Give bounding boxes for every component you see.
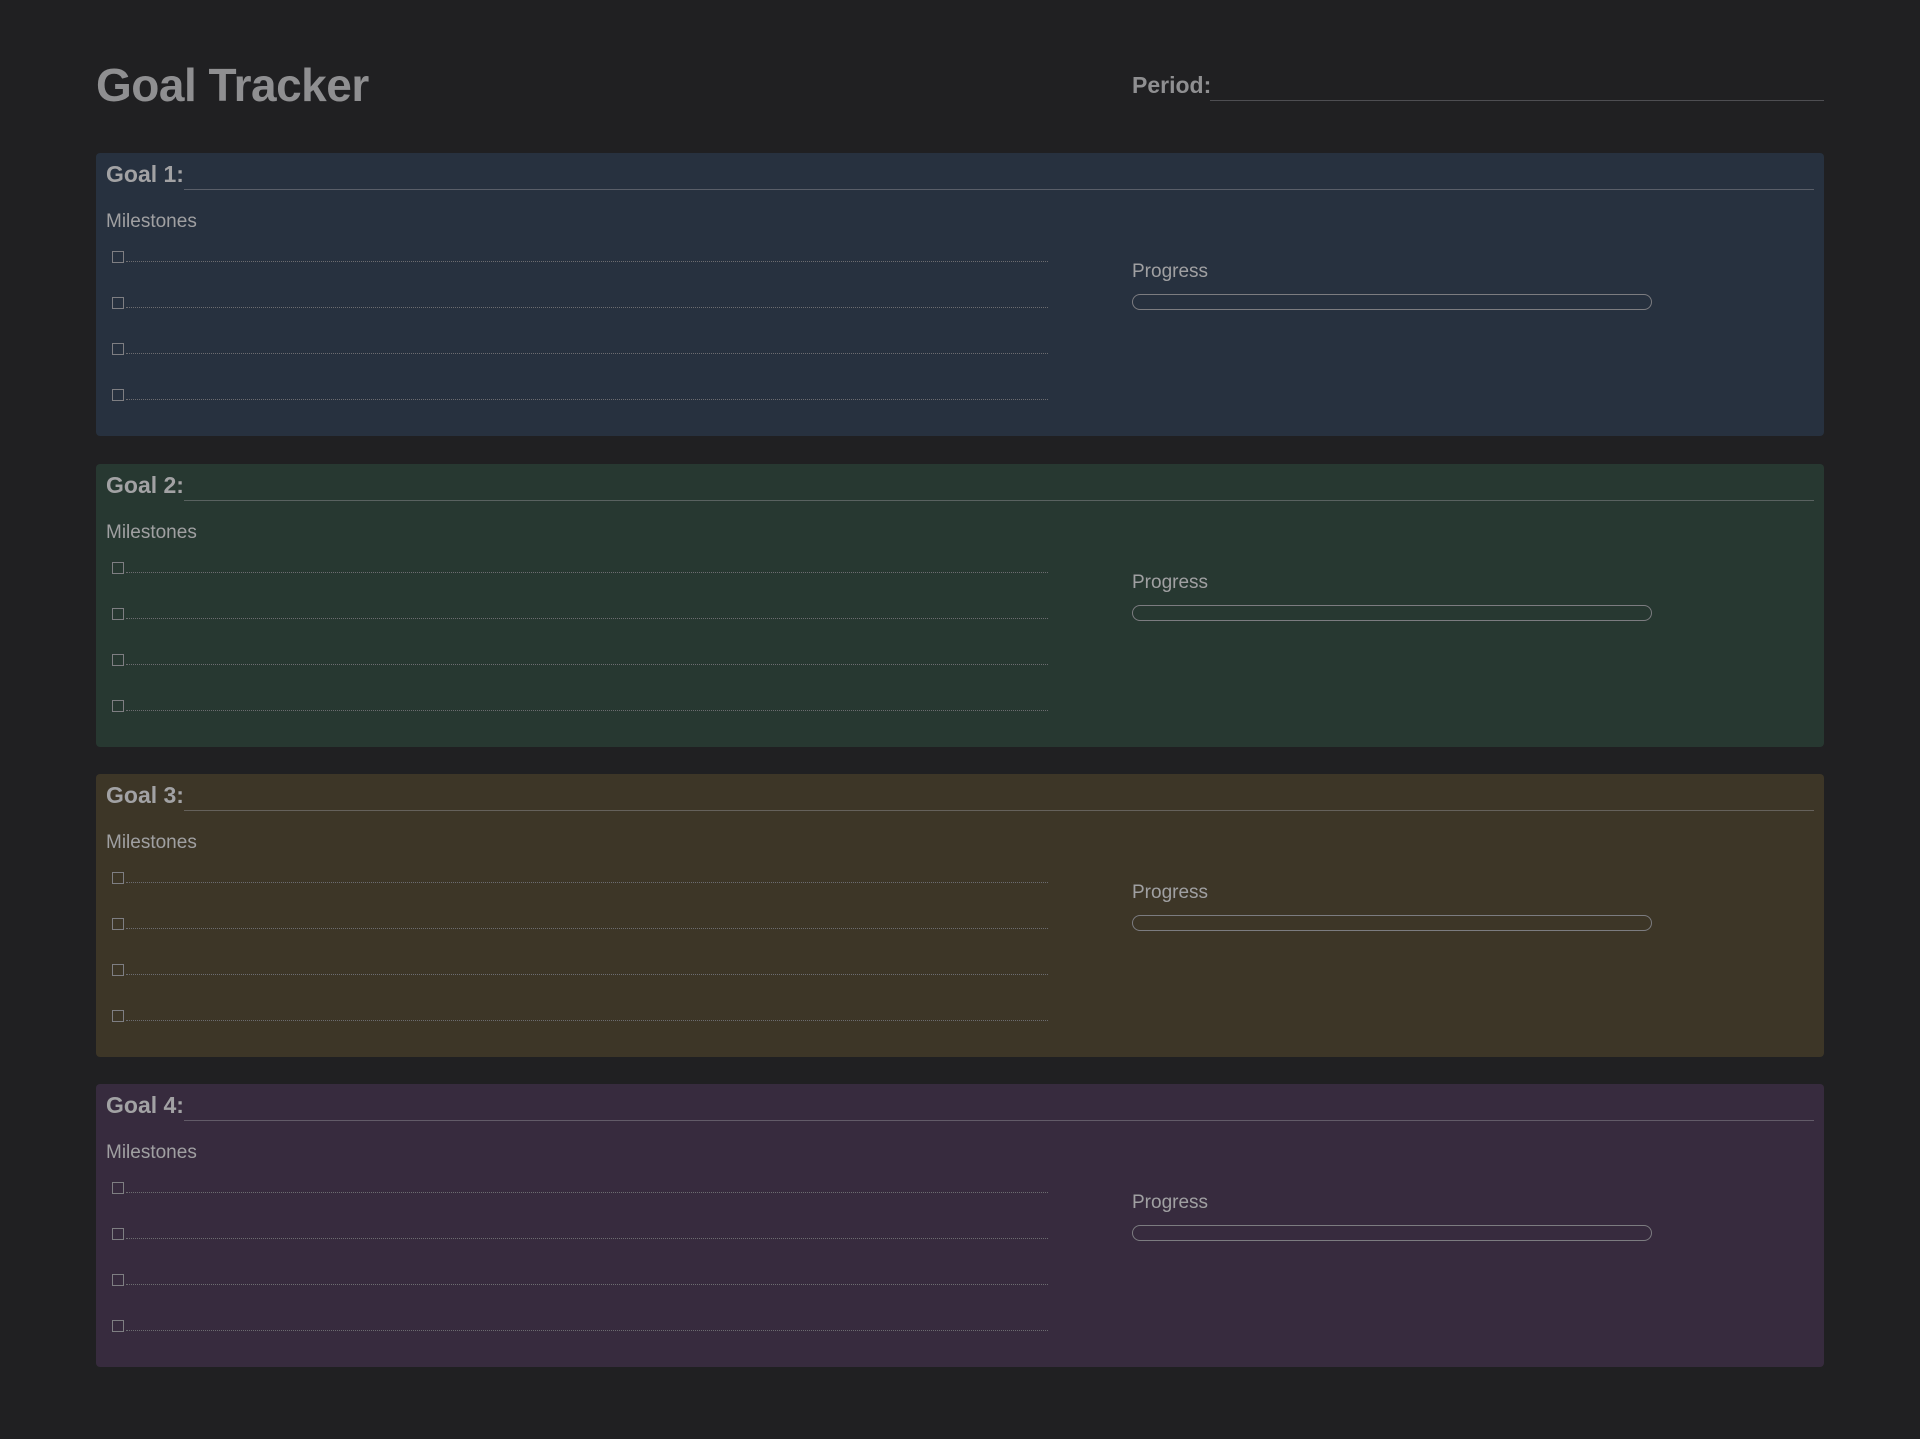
goal-header: Goal 1:: [106, 161, 1814, 193]
milestone-input[interactable]: [126, 307, 1048, 308]
milestone-input[interactable]: [126, 1020, 1048, 1021]
milestone-item: [112, 608, 1048, 660]
goal-input[interactable]: [184, 476, 1814, 501]
milestone-checkbox[interactable]: [112, 872, 124, 884]
milestone-input[interactable]: [126, 928, 1048, 929]
period-input[interactable]: [1210, 76, 1824, 101]
milestone-checkbox[interactable]: [112, 654, 124, 666]
milestone-item: [112, 918, 1048, 970]
goal-card-1: Goal 1: Milestones Progress: [96, 153, 1824, 436]
milestone-item: [112, 251, 1048, 303]
milestone-input[interactable]: [126, 572, 1048, 573]
milestone-input[interactable]: [126, 618, 1048, 619]
milestone-input[interactable]: [126, 1330, 1048, 1331]
milestone-item: [112, 343, 1048, 395]
milestone-input[interactable]: [126, 261, 1048, 262]
progress-label: Progress: [1132, 572, 1209, 593]
milestone-input[interactable]: [126, 353, 1048, 354]
milestone-input[interactable]: [126, 882, 1048, 883]
progress-label: Progress: [1132, 261, 1209, 282]
milestone-checkbox[interactable]: [112, 562, 124, 574]
milestone-checkbox[interactable]: [112, 1274, 124, 1286]
milestone-item: [112, 1228, 1048, 1280]
goal-header: Goal 4:: [106, 1092, 1814, 1124]
progress-bar: [1132, 1225, 1652, 1241]
milestone-checkbox[interactable]: [112, 251, 124, 263]
milestones-list: [112, 1182, 1048, 1372]
progress-label: Progress: [1132, 1192, 1209, 1213]
milestone-item: [112, 297, 1048, 349]
milestones-list: [112, 251, 1048, 441]
goal-header: Goal 3:: [106, 782, 1814, 814]
milestones-label: Milestones: [106, 211, 197, 232]
milestone-input[interactable]: [126, 974, 1048, 975]
goal-header: Goal 2:: [106, 472, 1814, 504]
goal-input[interactable]: [184, 1096, 1814, 1121]
milestone-item: [112, 1182, 1048, 1234]
milestone-checkbox[interactable]: [112, 964, 124, 976]
milestone-checkbox[interactable]: [112, 1182, 124, 1194]
milestone-item: [112, 700, 1048, 752]
milestone-checkbox[interactable]: [112, 918, 124, 930]
goal-input[interactable]: [184, 165, 1814, 190]
goal-input[interactable]: [184, 786, 1814, 811]
milestone-input[interactable]: [126, 1192, 1048, 1193]
goal-label: Goal 3:: [106, 782, 184, 808]
milestone-checkbox[interactable]: [112, 1228, 124, 1240]
progress-bar: [1132, 605, 1652, 621]
page-header: Goal Tracker Period:: [96, 56, 1824, 116]
period-label: Period:: [1132, 72, 1212, 98]
milestone-checkbox[interactable]: [112, 1320, 124, 1332]
progress-bar: [1132, 915, 1652, 931]
page-title: Goal Tracker: [96, 59, 369, 111]
milestone-input[interactable]: [126, 664, 1048, 665]
progress-label: Progress: [1132, 882, 1209, 903]
milestone-item: [112, 562, 1048, 614]
milestone-item: [112, 1010, 1048, 1062]
milestone-checkbox[interactable]: [112, 297, 124, 309]
milestone-item: [112, 964, 1048, 1016]
milestones-list: [112, 872, 1048, 1062]
milestones-list: [112, 562, 1048, 752]
milestone-checkbox[interactable]: [112, 389, 124, 401]
goal-card-2: Goal 2: Milestones Progress: [96, 464, 1824, 747]
milestone-input[interactable]: [126, 399, 1048, 400]
milestone-input[interactable]: [126, 710, 1048, 711]
goal-card-4: Goal 4: Milestones Progress: [96, 1084, 1824, 1367]
progress-bar: [1132, 294, 1652, 310]
milestone-checkbox[interactable]: [112, 343, 124, 355]
milestones-label: Milestones: [106, 832, 197, 853]
milestone-item: [112, 872, 1048, 924]
milestone-item: [112, 389, 1048, 441]
goal-label: Goal 1:: [106, 161, 184, 187]
milestone-input[interactable]: [126, 1238, 1048, 1239]
milestone-checkbox[interactable]: [112, 1010, 124, 1022]
milestone-item: [112, 654, 1048, 706]
milestone-item: [112, 1320, 1048, 1372]
milestone-input[interactable]: [126, 1284, 1048, 1285]
goal-label: Goal 4:: [106, 1092, 184, 1118]
goal-label: Goal 2:: [106, 472, 184, 498]
milestones-label: Milestones: [106, 522, 197, 543]
milestone-checkbox[interactable]: [112, 608, 124, 620]
milestone-checkbox[interactable]: [112, 700, 124, 712]
goal-card-3: Goal 3: Milestones Progress: [96, 774, 1824, 1057]
period-field: Period:: [1132, 72, 1824, 102]
milestones-label: Milestones: [106, 1142, 197, 1163]
milestone-item: [112, 1274, 1048, 1326]
